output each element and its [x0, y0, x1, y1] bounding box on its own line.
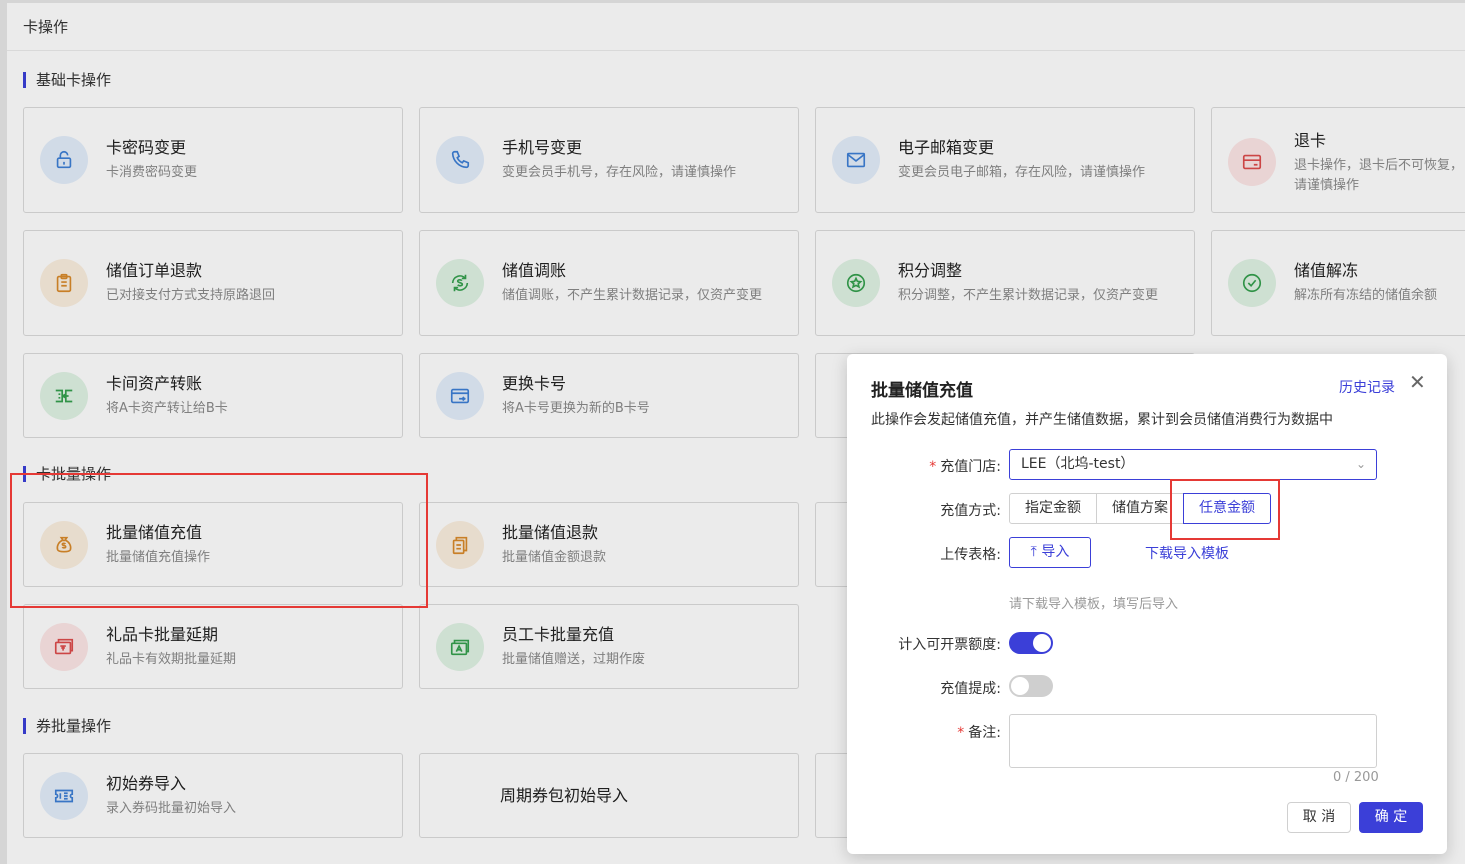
card-desc: 变更会员手机号，存在风险，请谨慎操作 — [502, 165, 737, 180]
toggle-knob — [1011, 677, 1029, 695]
documents-icon — [436, 520, 484, 569]
card-phone-change[interactable]: 手机号变更变更会员手机号，存在风险，请谨慎操作 — [419, 107, 799, 213]
card-swap-icon — [436, 371, 484, 420]
ticket-icon — [40, 771, 88, 820]
upload-icon: ⤒ — [1030, 544, 1037, 560]
invoice-toggle[interactable] — [1009, 632, 1053, 654]
invoice-label: 计入可开票额度: — [898, 637, 1001, 653]
card-batch-recharge[interactable]: 批量储值充值批量储值充值操作 — [23, 502, 403, 587]
card-desc: 将A卡号更换为新的B卡号 — [502, 400, 650, 416]
card-staff-recharge[interactable]: 员工卡批量充值批量储值赠送，过期作废 — [419, 604, 799, 689]
card-desc: 积分调整，不产生累计数据记录，仅资产变更 — [898, 288, 1159, 303]
card-title: 储值调账 — [502, 261, 567, 280]
card-replace-number[interactable]: 更换卡号将A卡号更换为新的B卡号 — [419, 353, 799, 438]
method-option-any[interactable]: 任意金额 — [1183, 493, 1271, 524]
card-desc: 卡消费密码变更 — [106, 165, 198, 180]
card-title: 积分调整 — [898, 261, 963, 280]
card-desc: 将A卡资产转让给B卡 — [106, 400, 228, 416]
card-desc: 批量储值金额退款 — [502, 549, 607, 565]
card-title: 员工卡批量充值 — [502, 624, 615, 644]
char-counter: 0 / 200 — [1333, 770, 1379, 785]
method-option-plan[interactable]: 储值方案 — [1096, 493, 1184, 524]
check-circle-icon — [1228, 259, 1276, 307]
card-points-adjust[interactable]: 积分调整积分调整，不产生累计数据记录，仅资产变更 — [815, 230, 1195, 336]
method-label: 充值方式: — [940, 503, 1001, 519]
card-desc: 退卡操作，退卡后不可恢复，请谨慎操作 — [1294, 158, 1464, 193]
card-title: 初始券导入 — [106, 773, 187, 793]
section-title-coupon: 券批量操作 — [23, 718, 111, 734]
section-title-batch: 卡批量操作 — [23, 466, 111, 482]
import-button[interactable]: ⤒ 导入 — [1009, 537, 1091, 568]
batch-recharge-modal: 批量储值充值 历史记录 ✕ 此操作会发起储值充值，并产生储值数据，累计到会员储值… — [847, 354, 1447, 854]
lock-icon — [40, 136, 88, 184]
card-title: 退卡 — [1294, 131, 1327, 150]
card-icon — [1228, 138, 1276, 186]
card-return-card[interactable]: 退卡退卡操作，退卡后不可恢复，请谨慎操作 — [1211, 107, 1465, 213]
card-coupon-import[interactable]: 初始券导入录入券码批量初始导入 — [23, 753, 403, 838]
card-asset-transfer[interactable]: 卡间资产转账将A卡资产转让给B卡 — [23, 353, 403, 438]
card-title: 储值解冻 — [1294, 261, 1359, 280]
refresh-dollar-icon — [436, 259, 484, 307]
card-cycle-import[interactable]: 周期券包初始导入 — [419, 753, 799, 838]
card-desc: 已对接支付方式支持原路退回 — [106, 288, 276, 303]
modal-description: 此操作会发起储值充值，并产生储值数据，累计到会员储值消费行为数据中 — [871, 412, 1333, 428]
close-icon[interactable]: ✕ — [1409, 372, 1426, 392]
download-template-link[interactable]: 下载导入模板 — [1145, 543, 1229, 563]
staff-card-icon — [436, 622, 484, 671]
import-button-label: 导入 — [1041, 544, 1070, 560]
modal-title: 批量储值充值 — [871, 381, 973, 401]
history-link[interactable]: 历史记录 — [1339, 377, 1395, 397]
card-title: 更换卡号 — [502, 373, 567, 393]
card-title: 储值订单退款 — [106, 261, 203, 280]
store-select[interactable]: LEE（北坞-test） ⌄ — [1009, 449, 1377, 480]
card-title: 手机号变更 — [502, 138, 583, 157]
card-title: 电子邮箱变更 — [898, 138, 995, 157]
card-desc: 礼品卡有效期批量延期 — [106, 651, 237, 667]
card-order-refund[interactable]: 储值订单退款已对接支付方式支持原路退回 — [23, 230, 403, 336]
commission-label: 充值提成: — [940, 681, 1001, 697]
card-gift-extend[interactable]: 礼品卡批量延期礼品卡有效期批量延期 — [23, 604, 403, 689]
card-desc: 变更会员电子邮箱，存在风险，请谨慎操作 — [898, 165, 1146, 180]
card-desc: 批量储值赠送，过期作废 — [502, 651, 646, 667]
cancel-button[interactable]: 取 消 — [1287, 802, 1351, 833]
phone-icon — [436, 136, 484, 184]
card-password-change[interactable]: 卡密码变更卡消费密码变更 — [23, 107, 403, 213]
star-icon — [832, 259, 880, 307]
card-title: 周期券包初始导入 — [500, 785, 629, 805]
method-option-fixed[interactable]: 指定金额 — [1009, 493, 1097, 524]
chevron-down-icon: ⌄ — [1355, 457, 1366, 471]
card-stored-adjust[interactable]: 储值调账储值调账，不产生累计数据记录，仅资产变更 — [419, 230, 799, 336]
section-title-basic: 基础卡操作 — [23, 72, 111, 88]
page-title: 卡操作 — [7, 3, 1465, 51]
card-desc: 录入券码批量初始导入 — [106, 800, 237, 816]
card-email-change[interactable]: 电子邮箱变更变更会员电子邮箱，存在风险，请谨慎操作 — [815, 107, 1195, 213]
remark-label: * 备注: — [957, 725, 1001, 741]
mail-icon — [832, 136, 880, 184]
toggle-knob — [1033, 634, 1051, 652]
card-title: 卡间资产转账 — [106, 373, 203, 393]
upload-label: 上传表格: — [940, 547, 1001, 563]
card-desc: 解冻所有冻结的储值余额 — [1294, 288, 1438, 303]
money-bag-icon — [40, 520, 88, 569]
card-title: 礼品卡批量延期 — [106, 624, 219, 644]
card-title: 卡密码变更 — [106, 138, 187, 157]
confirm-button[interactable]: 确 定 — [1359, 802, 1423, 833]
transfer-icon — [40, 371, 88, 420]
card-desc: 批量储值充值操作 — [106, 549, 211, 565]
upload-hint: 请下载导入模板，填写后导入 — [1009, 597, 1179, 612]
card-desc: 储值调账，不产生累计数据记录，仅资产变更 — [502, 288, 763, 303]
remark-textarea[interactable] — [1009, 714, 1377, 768]
gift-card-icon — [40, 622, 88, 671]
store-value: LEE（北坞-test） — [1021, 456, 1135, 472]
commission-toggle[interactable] — [1009, 675, 1053, 697]
store-label: * 充值门店: — [929, 459, 1001, 475]
card-title: 批量储值充值 — [106, 522, 203, 542]
card-unfreeze[interactable]: 储值解冻解冻所有冻结的储值余额 — [1211, 230, 1465, 336]
card-batch-refund[interactable]: 批量储值退款批量储值金额退款 — [419, 502, 799, 587]
clipboard-icon — [40, 259, 88, 307]
card-title: 批量储值退款 — [502, 522, 599, 542]
